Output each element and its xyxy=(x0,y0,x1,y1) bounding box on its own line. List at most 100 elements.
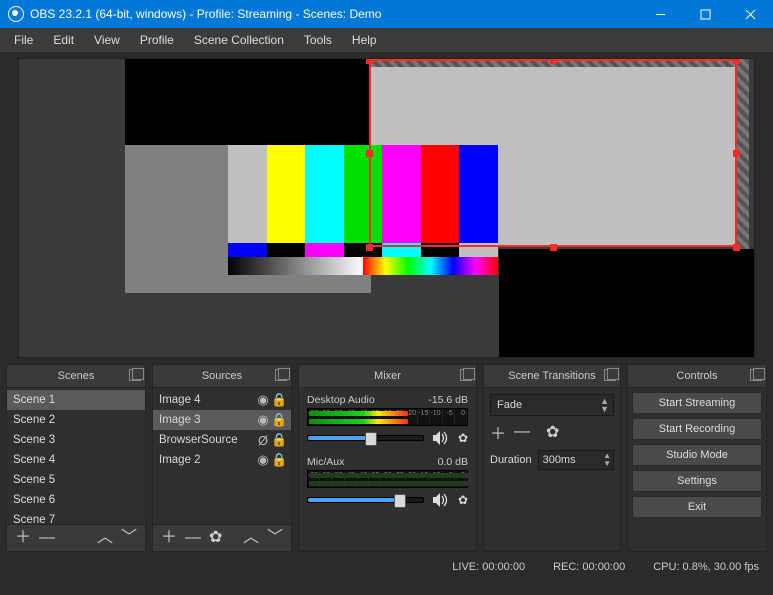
start-streaming-button[interactable]: Start Streaming xyxy=(632,392,762,414)
add-source-icon[interactable]: ＋ xyxy=(161,530,177,546)
menu-tools[interactable]: Tools xyxy=(294,30,342,50)
duration-spinbox[interactable]: 300ms ▲▼ xyxy=(538,450,614,470)
volume-slider[interactable] xyxy=(307,497,424,503)
volume-meter: -60-55-50-45-40-35-30-25-20-15-10-50 xyxy=(307,470,468,488)
menu-file[interactable]: File xyxy=(4,30,43,50)
popout-icon[interactable] xyxy=(750,369,762,381)
source-name: Image 4 xyxy=(159,394,255,406)
mixer-ch-db: 0.0 dB xyxy=(438,456,468,468)
handle-ml[interactable] xyxy=(366,150,373,157)
source-item[interactable]: BrowserSourceØ🔒 xyxy=(153,430,291,450)
preview-canvas[interactable] xyxy=(18,58,755,358)
handle-br[interactable] xyxy=(733,244,740,251)
status-bar: LIVE: 00:00:00 REC: 00:00:00 CPU: 0.8%, … xyxy=(0,556,773,578)
popout-icon[interactable] xyxy=(129,369,141,381)
spin-arrows-icon: ▲▼ xyxy=(603,452,611,468)
mixer-ch-db: -15.6 dB xyxy=(428,394,468,406)
remove-source-icon[interactable]: — xyxy=(185,530,201,546)
source-item[interactable]: Image 3◉🔒 xyxy=(153,410,291,430)
status-rec: REC: 00:00:00 xyxy=(553,561,625,573)
gear-icon[interactable]: ✿ xyxy=(458,493,468,507)
app-logo-icon xyxy=(8,6,24,22)
transition-current: Fade xyxy=(497,399,522,411)
move-scene-down-icon[interactable]: ﹀ xyxy=(121,530,137,546)
duration-value: 300ms xyxy=(543,454,576,466)
duration-label: Duration xyxy=(490,454,532,466)
visibility-toggle-icon[interactable]: ◉ xyxy=(255,412,271,428)
menu-profile[interactable]: Profile xyxy=(130,30,184,50)
handle-tr[interactable] xyxy=(733,58,740,64)
transition-select[interactable]: Fade ▲▼ xyxy=(490,394,614,416)
source-item[interactable]: Image 4◉🔒 xyxy=(153,390,291,410)
move-source-down-icon[interactable]: ﹀ xyxy=(267,530,283,546)
source-name: Image 3 xyxy=(159,414,255,426)
lock-toggle-icon[interactable]: 🔒 xyxy=(271,432,287,448)
dock-sources: Sources Image 4◉🔒Image 3◉🔒BrowserSourceØ… xyxy=(152,364,292,552)
mixer-channel: Desktop Audio-15.6 dB-60-55-50-45-40-35-… xyxy=(299,390,476,452)
volume-slider[interactable] xyxy=(307,435,424,441)
visibility-toggle-icon[interactable]: ◉ xyxy=(255,452,271,468)
menu-view[interactable]: View xyxy=(84,30,130,50)
move-source-up-icon[interactable]: ︿ xyxy=(243,530,259,546)
dock-scenes-title: Scenes xyxy=(58,370,95,382)
dock-transitions-title: Scene Transitions xyxy=(508,370,595,382)
scene-item[interactable]: Scene 6 xyxy=(7,490,145,510)
move-scene-up-icon[interactable]: ︿ xyxy=(97,530,113,546)
dock-sources-title: Sources xyxy=(202,370,242,382)
visibility-toggle-icon[interactable]: Ø xyxy=(255,433,271,448)
scene-item[interactable]: Scene 1 xyxy=(7,390,145,410)
studio-mode-button[interactable]: Studio Mode xyxy=(632,444,762,466)
sources-list[interactable]: Image 4◉🔒Image 3◉🔒BrowserSourceØ🔒Image 2… xyxy=(153,387,291,525)
menu-bar: File Edit View Profile Scene Collection … xyxy=(0,28,773,52)
status-live: LIVE: 00:00:00 xyxy=(452,561,525,573)
mixer-channel: Mic/Aux0.0 dB-60-55-50-45-40-35-30-25-20… xyxy=(299,452,476,514)
preview-selection[interactable] xyxy=(369,59,737,247)
add-scene-icon[interactable]: ＋ xyxy=(15,530,31,546)
handle-mr[interactable] xyxy=(733,150,740,157)
dock-controls-title: Controls xyxy=(677,370,718,382)
speaker-icon[interactable] xyxy=(432,492,450,508)
scene-item[interactable]: Scene 3 xyxy=(7,430,145,450)
menu-help[interactable]: Help xyxy=(342,30,387,50)
scene-item[interactable]: Scene 5 xyxy=(7,470,145,490)
preview-img-black2 xyxy=(499,249,755,358)
menu-edit[interactable]: Edit xyxy=(43,30,84,50)
scene-item[interactable]: Scene 7 xyxy=(7,510,145,525)
volume-meter: -60-55-50-45-40-35-30-25-20-15-10-50 xyxy=(307,408,468,426)
transition-props-icon[interactable]: ✿ xyxy=(546,422,559,442)
add-transition-icon[interactable]: ＋ xyxy=(490,420,506,444)
source-props-icon[interactable]: ✿ xyxy=(209,530,222,546)
handle-tl[interactable] xyxy=(366,58,373,64)
preview-container xyxy=(0,52,773,364)
speaker-icon[interactable] xyxy=(432,430,450,446)
gear-icon[interactable]: ✿ xyxy=(458,431,468,445)
start-recording-button[interactable]: Start Recording xyxy=(632,418,762,440)
lock-toggle-icon[interactable]: 🔒 xyxy=(271,392,287,408)
scenes-list[interactable]: Scene 1Scene 2Scene 3Scene 4Scene 5Scene… xyxy=(7,387,145,525)
mixer-body: Desktop Audio-15.6 dB-60-55-50-45-40-35-… xyxy=(299,387,476,551)
docks-row: Scenes Scene 1Scene 2Scene 3Scene 4Scene… xyxy=(0,364,773,556)
dock-controls: Controls Start Streaming Start Recording… xyxy=(627,364,767,552)
scene-item[interactable]: Scene 4 xyxy=(7,450,145,470)
visibility-toggle-icon[interactable]: ◉ xyxy=(255,392,271,408)
menu-scene-collection[interactable]: Scene Collection xyxy=(184,30,294,50)
remove-scene-icon[interactable]: — xyxy=(39,530,55,546)
popout-icon[interactable] xyxy=(604,369,616,381)
exit-button[interactable]: Exit xyxy=(632,496,762,518)
scene-item[interactable]: Scene 2 xyxy=(7,410,145,430)
popout-icon[interactable] xyxy=(275,369,287,381)
handle-tm[interactable] xyxy=(550,58,557,64)
source-item[interactable]: Image 2◉🔒 xyxy=(153,450,291,470)
handle-bm[interactable] xyxy=(550,244,557,251)
remove-transition-icon[interactable]: — xyxy=(514,423,530,441)
popout-icon[interactable] xyxy=(460,369,472,381)
close-button[interactable] xyxy=(728,0,773,28)
handle-bl[interactable] xyxy=(366,244,373,251)
lock-toggle-icon[interactable]: 🔒 xyxy=(271,452,287,468)
source-name: BrowserSource xyxy=(159,434,255,446)
lock-toggle-icon[interactable]: 🔒 xyxy=(271,412,287,428)
dock-mixer-title: Mixer xyxy=(374,370,401,382)
maximize-button[interactable] xyxy=(683,0,728,28)
settings-button[interactable]: Settings xyxy=(632,470,762,492)
minimize-button[interactable] xyxy=(638,0,683,28)
